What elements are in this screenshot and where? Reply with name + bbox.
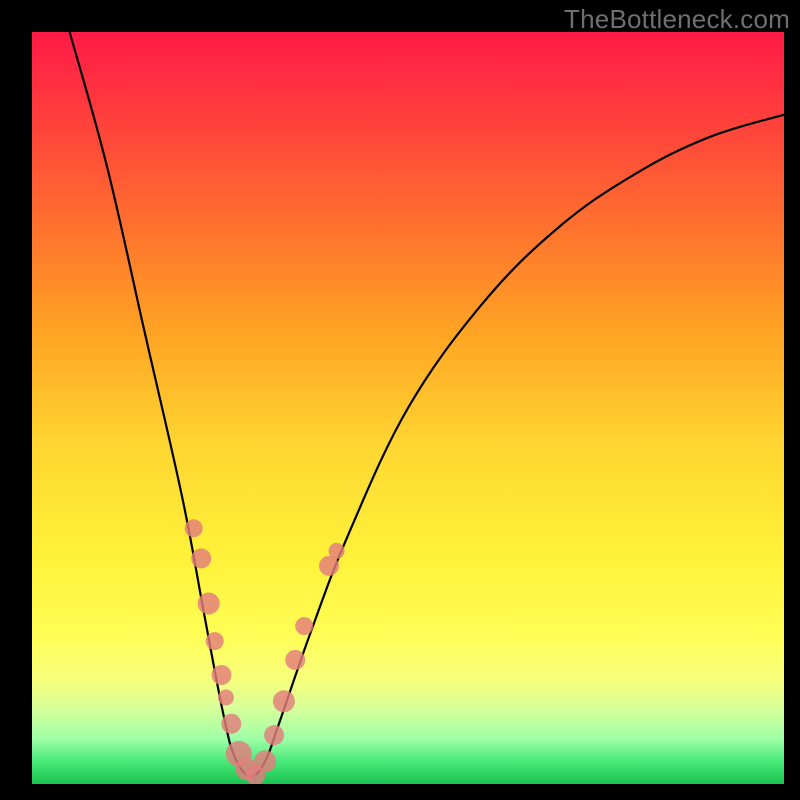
- plot-area: [32, 32, 784, 784]
- data-marker: [198, 593, 220, 615]
- data-marker: [185, 519, 203, 537]
- chart-svg: [32, 32, 784, 784]
- data-marker: [319, 556, 339, 576]
- data-marker: [212, 665, 232, 685]
- data-marker: [206, 632, 224, 650]
- data-marker: [191, 548, 211, 568]
- data-marker: [295, 617, 313, 635]
- data-marker: [254, 750, 276, 772]
- data-marker: [221, 714, 241, 734]
- data-marker: [285, 650, 305, 670]
- bottleneck-curve-path: [70, 32, 784, 777]
- chart-frame: TheBottleneck.com: [0, 0, 800, 800]
- data-marker: [329, 543, 345, 559]
- data-marker: [264, 725, 284, 745]
- marker-group: [185, 519, 345, 784]
- data-marker: [218, 690, 234, 706]
- watermark-text: TheBottleneck.com: [564, 4, 790, 35]
- data-marker: [273, 690, 295, 712]
